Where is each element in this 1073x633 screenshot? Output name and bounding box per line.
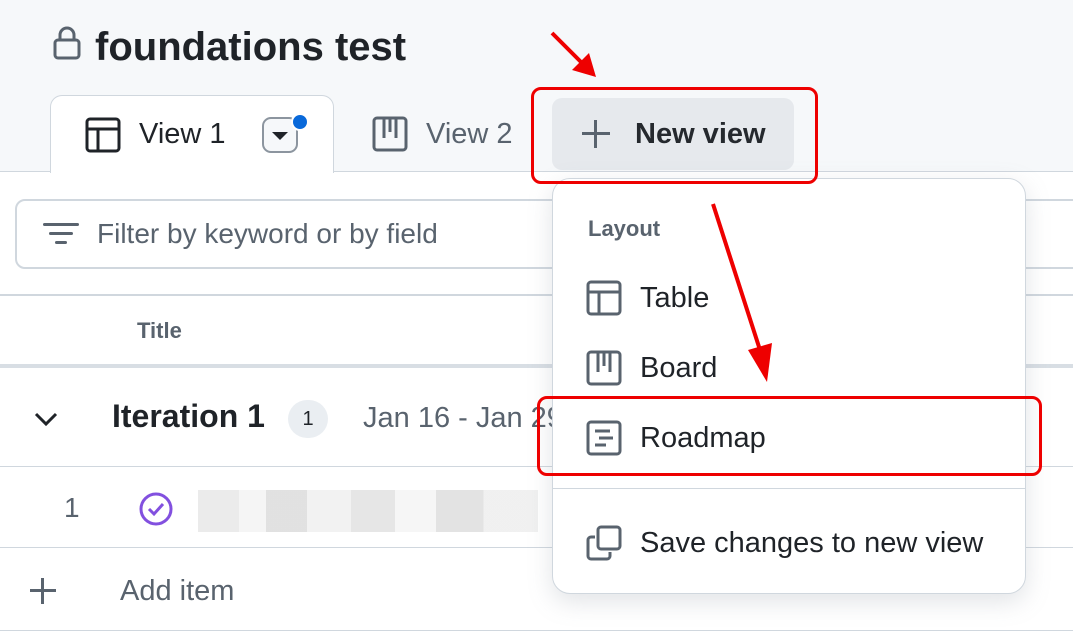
group-date-range: Jan 16 - Jan 29 bbox=[363, 402, 563, 434]
menu-item-table[interactable]: Table bbox=[586, 278, 709, 318]
redacted-item-title[interactable] bbox=[198, 490, 538, 532]
menu-item-label: Table bbox=[640, 281, 710, 314]
caret-down-icon bbox=[272, 132, 288, 140]
filter-icon bbox=[43, 220, 79, 248]
menu-heading: Layout bbox=[588, 216, 661, 241]
annotation-highlight-roadmap bbox=[537, 396, 1042, 476]
menu-divider bbox=[553, 488, 1025, 489]
menu-item-save-changes[interactable]: Save changes to new view bbox=[586, 523, 983, 563]
tab-view-1[interactable]: View 1 bbox=[50, 95, 334, 173]
unsaved-changes-dot bbox=[291, 113, 309, 131]
tab-view-2[interactable]: View 2 bbox=[372, 95, 513, 173]
board-icon bbox=[586, 350, 622, 386]
lock-icon bbox=[53, 26, 81, 60]
table-icon bbox=[586, 280, 622, 316]
menu-item-label: Save changes to new view bbox=[640, 526, 984, 559]
check-circle-icon bbox=[139, 492, 173, 526]
group-count-badge: 1 bbox=[288, 400, 328, 438]
filter-placeholder: Filter by keyword or by field bbox=[97, 218, 438, 249]
column-header-title[interactable]: Title bbox=[137, 318, 182, 344]
add-item-button[interactable]: Add item bbox=[120, 575, 234, 608]
board-icon bbox=[372, 116, 408, 152]
menu-item-label: Board bbox=[640, 351, 718, 384]
page-title: foundations test bbox=[95, 25, 407, 69]
copy-icon bbox=[586, 525, 622, 561]
row-divider bbox=[0, 630, 1073, 631]
group-title: Iteration 1 bbox=[112, 398, 265, 434]
table-icon bbox=[85, 117, 121, 152]
tab-label: View 1 bbox=[139, 118, 226, 150]
chevron-down-icon[interactable] bbox=[32, 405, 60, 433]
tab-label: View 2 bbox=[426, 117, 513, 150]
annotation-highlight-new-view bbox=[531, 87, 818, 184]
plus-icon bbox=[30, 578, 56, 604]
menu-item-board[interactable]: Board bbox=[586, 348, 717, 388]
row-number: 1 bbox=[64, 492, 80, 523]
